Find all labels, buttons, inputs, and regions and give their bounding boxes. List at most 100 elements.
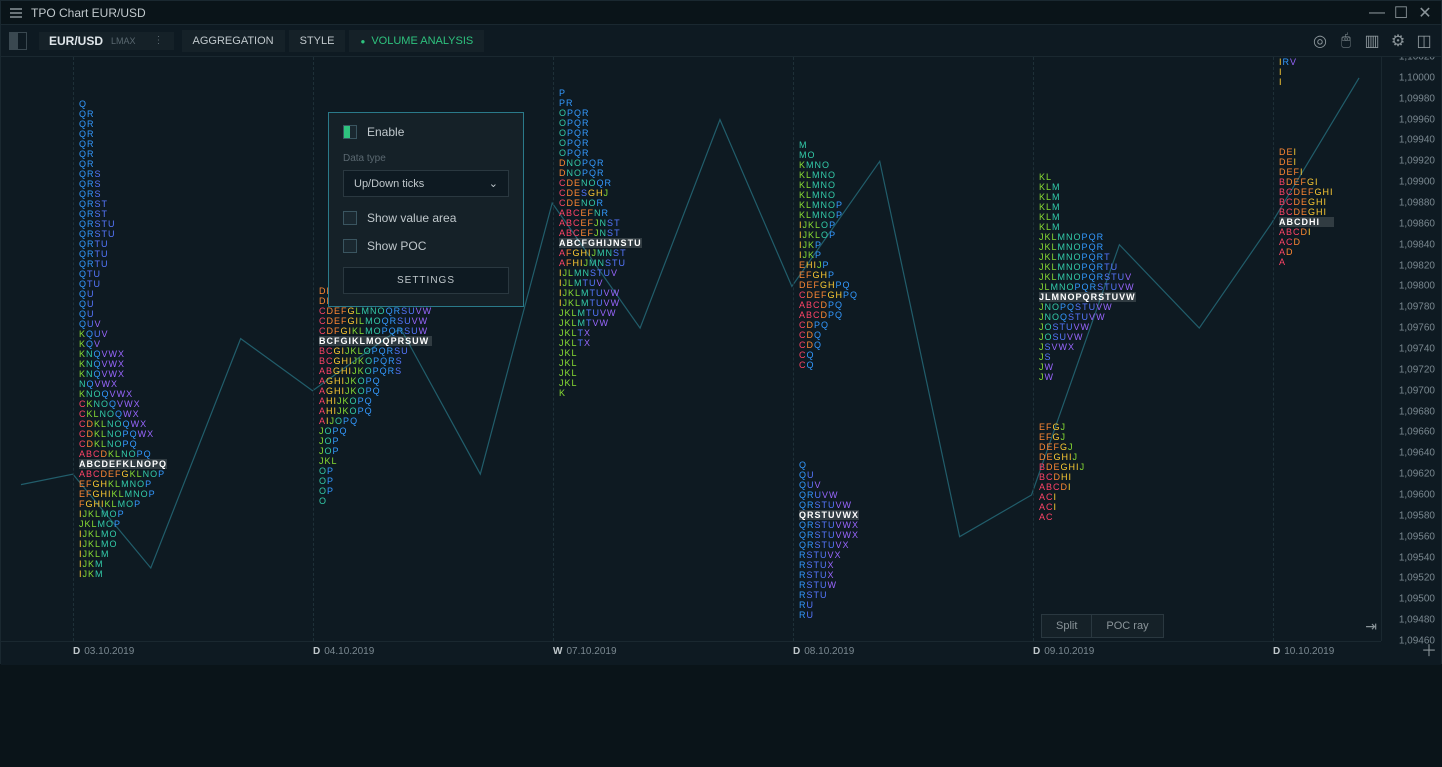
context-menu: Split POC ray bbox=[1041, 614, 1164, 638]
tpo-row: K L M N O P bbox=[799, 210, 859, 220]
gear-icon[interactable]: ⚙ bbox=[1389, 32, 1407, 50]
y-tick-label: 1,09980 bbox=[1399, 93, 1435, 104]
hamburger-icon[interactable] bbox=[9, 6, 23, 20]
tpo-row: B C F G I K L M O Q P R S U W bbox=[319, 336, 432, 346]
collapse-arrow-icon[interactable]: ⇥ bbox=[1365, 618, 1377, 635]
tpo-row: I R V bbox=[1279, 57, 1334, 67]
tpo-row: K L M bbox=[1039, 192, 1136, 202]
tpo-row: P bbox=[559, 88, 642, 98]
drawing-tools-icon[interactable]: ◎ bbox=[1311, 32, 1329, 50]
y-tick-label: 1,10020 bbox=[1399, 57, 1435, 63]
enable-label: Enable bbox=[367, 125, 404, 139]
x-tick-label: D04.10.2019 bbox=[313, 646, 374, 657]
tpo-row: K N O Q V W X bbox=[79, 389, 167, 399]
tpo-row: C D E N O Q R bbox=[559, 178, 642, 188]
tpo-row: A F G H I J M N S T bbox=[559, 248, 642, 258]
price-line-overlay bbox=[1, 57, 1381, 641]
chart-area[interactable]: Q Q R Q R Q R Q R Q R Q R Q R S Q R S Q … bbox=[1, 57, 1441, 665]
poc-ray-button[interactable]: POC ray bbox=[1092, 615, 1162, 637]
tpo-row: A B C D H I bbox=[1279, 217, 1334, 227]
tpo-row: K M N O bbox=[799, 160, 859, 170]
tpo-row: D N O P Q R bbox=[559, 168, 642, 178]
tpo-row: J N O Q S T U V W bbox=[1039, 312, 1136, 322]
enable-checkbox[interactable] bbox=[343, 125, 357, 139]
tpo-row: K bbox=[559, 388, 642, 398]
add-panel-icon[interactable]: ＋ bbox=[1421, 637, 1437, 661]
volume-analysis-button[interactable]: VOLUME ANALYSIS bbox=[349, 30, 484, 52]
tpo-row: J K L M T U V W bbox=[559, 308, 642, 318]
tpo-row: D E I bbox=[1279, 157, 1334, 167]
tpo-row: K L bbox=[1039, 172, 1136, 182]
tpo-row: I J L M N S T U V bbox=[559, 268, 642, 278]
tpo-row: Q R bbox=[79, 139, 167, 149]
tpo-row: A C I bbox=[1039, 502, 1136, 512]
tpo-row: J K L M N O P Q R bbox=[1039, 242, 1136, 252]
tpo-row: J K L M N O P Q R T bbox=[1039, 252, 1136, 262]
chevron-down-icon: ⌄ bbox=[489, 177, 498, 190]
chart-main[interactable]: Q Q R Q R Q R Q R Q R Q R Q R S Q R S Q … bbox=[1, 57, 1381, 641]
tpo-row: A G H I J K O P Q bbox=[319, 386, 432, 396]
sidebar-toggle-icon[interactable]: ◫ bbox=[1415, 32, 1433, 50]
tpo-row: A B C D K L N O P Q bbox=[79, 449, 167, 459]
x-tick-label: D09.10.2019 bbox=[1033, 646, 1094, 657]
y-tick-label: 1,09820 bbox=[1399, 260, 1435, 271]
tpo-row: C K N O Q V W X bbox=[79, 399, 167, 409]
tpo-row: K L M bbox=[1039, 212, 1136, 222]
minimize-icon[interactable]: — bbox=[1369, 5, 1385, 21]
tpo-row: Q R S T U V X bbox=[799, 540, 859, 550]
show-value-area-checkbox[interactable] bbox=[343, 211, 357, 225]
window-title: TPO Chart EUR/USD bbox=[31, 6, 1369, 20]
tpo-row: Q R S T U V W X bbox=[799, 510, 859, 520]
tpo-row: A C bbox=[1039, 512, 1136, 522]
symbol-selector[interactable]: EUR/USD LMAX ⋮ bbox=[39, 32, 174, 50]
tpo-row: I J K L O P bbox=[799, 230, 859, 240]
tpo-row: J K L M N O P Q R S T U V bbox=[1039, 272, 1136, 282]
panels-icon[interactable]: ▥ bbox=[1363, 32, 1381, 50]
tpo-row: A B C D P Q bbox=[799, 300, 859, 310]
tpo-row: J S bbox=[1039, 352, 1136, 362]
tpo-row: E F G H I K L M N O P bbox=[79, 489, 167, 499]
volume-analysis-panel: Enable Data type Up/Down ticks ⌄ Show va… bbox=[328, 112, 524, 307]
show-value-area-label: Show value area bbox=[367, 211, 456, 225]
tpo-row: R U bbox=[799, 600, 859, 610]
style-button[interactable]: STYLE bbox=[289, 30, 346, 52]
y-tick-label: 1,09960 bbox=[1399, 114, 1435, 125]
settings-button[interactable]: SETTINGS bbox=[343, 267, 509, 294]
aggregation-button[interactable]: AGGREGATION bbox=[182, 30, 285, 52]
tpo-row: E F G H K L M N O P bbox=[79, 479, 167, 489]
tpo-row: J K L T X bbox=[559, 328, 642, 338]
tpo-row: O P Q R bbox=[559, 118, 642, 128]
y-tick-label: 1,09600 bbox=[1399, 490, 1435, 501]
tpo-row: O P Q R bbox=[559, 148, 642, 158]
tpo-row: Q R S bbox=[79, 169, 167, 179]
tpo-row: B C G I J K L O P Q R S U bbox=[319, 346, 432, 356]
tpo-row: C D F G I K L M O P Q R S U W bbox=[319, 326, 432, 336]
show-poc-label: Show POC bbox=[367, 239, 426, 253]
x-tick-label: D10.10.2019 bbox=[1273, 646, 1334, 657]
tpo-row: C D E F G I L M O Q R S U V W bbox=[319, 316, 432, 326]
y-tick-label: 1,09920 bbox=[1399, 156, 1435, 167]
chevron-down-icon: ⋮ bbox=[154, 35, 164, 46]
mouse-icon[interactable]: 🖱 bbox=[1337, 32, 1355, 50]
tpo-row: K N Q V W X bbox=[79, 359, 167, 369]
y-tick-label: 1,09780 bbox=[1399, 302, 1435, 313]
tpo-row: Q R S T bbox=[79, 209, 167, 219]
tpo-row: E F G J bbox=[1039, 432, 1136, 442]
y-tick-label: 1,09900 bbox=[1399, 177, 1435, 188]
close-icon[interactable]: ✕ bbox=[1417, 5, 1433, 21]
tpo-row: Q R S T U V W X bbox=[799, 520, 859, 530]
show-poc-checkbox[interactable] bbox=[343, 239, 357, 253]
layout-toggle-icon[interactable] bbox=[9, 32, 27, 50]
tpo-row: D E F G J bbox=[1039, 442, 1136, 452]
tpo-row: I J K L M bbox=[79, 549, 167, 559]
tpo-row: K L M bbox=[1039, 222, 1136, 232]
tpo-row: C D P Q bbox=[799, 320, 859, 330]
split-button[interactable]: Split bbox=[1042, 615, 1092, 637]
maximize-icon[interactable]: ☐ bbox=[1393, 5, 1409, 21]
tpo-row: R S T U X bbox=[799, 570, 859, 580]
symbol-name: EUR/USD bbox=[49, 34, 103, 48]
tpo-row: A B C D E F G K L N O P bbox=[79, 469, 167, 479]
data-type-select[interactable]: Up/Down ticks ⌄ bbox=[343, 170, 509, 197]
tpo-row: I J L M T U V bbox=[559, 278, 642, 288]
tpo-row: Q R bbox=[79, 109, 167, 119]
